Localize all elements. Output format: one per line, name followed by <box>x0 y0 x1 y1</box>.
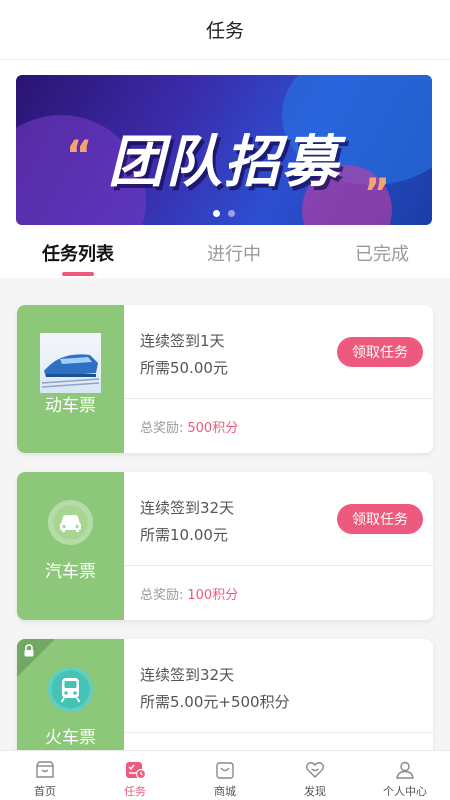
task-cost: 所需10.00元 <box>140 526 228 544</box>
tabbar-label: 个人中心 <box>383 785 427 798</box>
tabbar-item-shop[interactable]: 商城 <box>180 751 270 800</box>
task-category-label: 动车票 <box>45 396 96 416</box>
task-tabs: 任务列表 进行中 已完成 <box>0 230 450 278</box>
task-category-label: 火车票 <box>45 728 96 748</box>
reward-value: 100积分 <box>187 588 239 603</box>
train-icon <box>48 667 93 712</box>
tabbar-label: 任务 <box>124 785 146 798</box>
tabbar-label: 发现 <box>304 785 326 798</box>
discover-icon <box>306 762 324 778</box>
carousel-dot[interactable] <box>213 210 220 217</box>
task-cost: 所需5.00元+500积分 <box>140 693 290 711</box>
lock-icon <box>24 644 34 657</box>
task-requirement: 连续签到1天 <box>140 332 225 350</box>
task-category-panel: 汽车票 <box>17 472 124 620</box>
task-card[interactable]: 汽车票 连续签到32天 所需10.00元 领取任务 总奖励: 100积分 <box>17 472 433 620</box>
home-icon <box>36 761 54 778</box>
train-photo-icon <box>40 333 101 393</box>
car-icon <box>48 500 93 545</box>
profile-icon <box>396 761 414 779</box>
tabbar-item-task[interactable]: 任务 <box>90 751 180 800</box>
banner-carousel[interactable]: “ 团队招募 ” <box>16 75 432 225</box>
task-details: 连续签到32天 所需10.00元 领取任务 总奖励: 100积分 <box>124 472 433 620</box>
active-tab-indicator <box>62 272 94 276</box>
tabbar-label: 首页 <box>34 785 56 798</box>
header: 任务 <box>0 0 450 60</box>
tabbar-label: 商城 <box>214 785 236 798</box>
tabbar-item-home[interactable]: 首页 <box>0 751 90 800</box>
tab-in-progress[interactable]: 进行中 <box>207 240 261 266</box>
banner-section: “ 团队招募 ” <box>0 60 450 230</box>
task-details: 连续签到1天 所需50.00元 领取任务 总奖励: 500积分 <box>124 305 433 453</box>
page-title: 任务 <box>205 20 244 42</box>
tab-task-list[interactable]: 任务列表 <box>42 240 114 266</box>
tabbar-item-profile[interactable]: 个人中心 <box>360 751 450 800</box>
claim-task-button[interactable]: 领取任务 <box>337 337 423 367</box>
task-card[interactable]: 动车票 连续签到1天 所需50.00元 领取任务 总奖励: 500积分 <box>17 305 433 453</box>
task-requirement: 连续签到32天 <box>140 666 235 684</box>
claim-task-button[interactable]: 领取任务 <box>337 504 423 534</box>
reward-label: 总奖励: <box>140 588 184 603</box>
bottom-tab-bar: 首页 任务 商城 发现 个人中心 <box>0 750 450 800</box>
shop-icon <box>216 762 234 779</box>
task-reward: 总奖励: 100积分 <box>140 584 238 603</box>
task-cost: 所需50.00元 <box>140 359 228 377</box>
carousel-dots <box>16 210 432 217</box>
tabbar-item-discover[interactable]: 发现 <box>270 751 360 800</box>
task-requirement: 连续签到32天 <box>140 499 235 517</box>
task-category-label: 汽车票 <box>45 562 96 582</box>
task-category-panel: 动车票 <box>17 305 124 453</box>
task-icon <box>126 762 146 780</box>
reward-value: 500积分 <box>187 421 239 436</box>
carousel-dot[interactable] <box>228 210 235 217</box>
reward-label: 总奖励: <box>140 421 184 436</box>
tab-completed[interactable]: 已完成 <box>355 240 409 266</box>
task-reward: 总奖励: 500积分 <box>140 417 238 436</box>
